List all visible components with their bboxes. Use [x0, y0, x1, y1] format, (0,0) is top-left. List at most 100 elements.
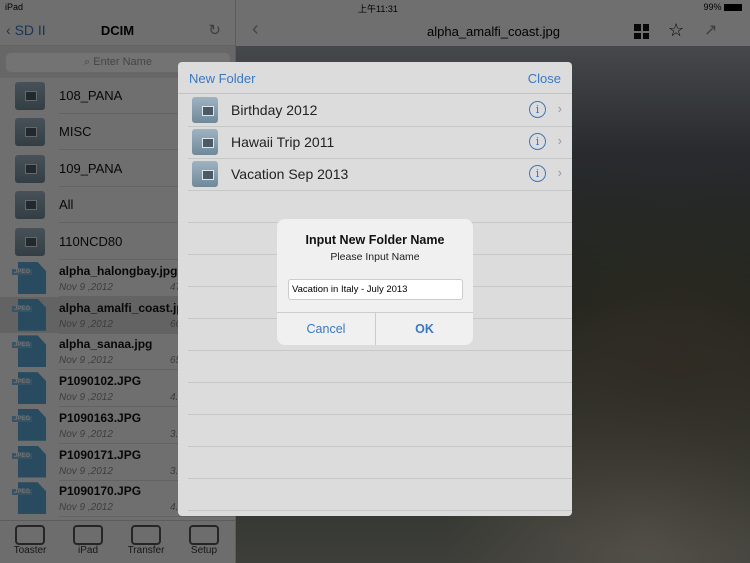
popover-folder-name: Vacation Sep 2013 — [231, 166, 349, 182]
battery-icon — [724, 4, 742, 12]
file-name: P1090170.JPG — [59, 484, 142, 499]
jpeg-badge: JPEG — [12, 305, 33, 312]
file-date: Nov 9 ,2012 — [59, 282, 113, 293]
back-label: SD II — [14, 22, 46, 38]
jpeg-badge: JPEG — [12, 452, 33, 459]
battery-percent: 99% — [703, 2, 722, 12]
popover-folder-name: Birthday 2012 — [231, 102, 318, 118]
new-folder-alert: Input New Folder Name Please Input Name … — [277, 219, 473, 345]
toolbar-transfer-button[interactable]: Transfer — [124, 525, 168, 556]
ok-button[interactable]: OK — [376, 313, 473, 345]
cancel-button[interactable]: Cancel — [277, 313, 375, 345]
ipad-icon — [73, 525, 103, 545]
toolbar-label: iPad — [77, 545, 98, 556]
image-title: alpha_amalfi_coast.jpg — [427, 24, 560, 39]
divider — [188, 446, 572, 447]
jpeg-file-icon — [18, 298, 46, 331]
divider — [188, 414, 572, 415]
alert-title: Input New Folder Name — [305, 233, 445, 247]
share-icon[interactable]: ↗ — [704, 20, 717, 40]
jpeg-file-icon — [18, 372, 46, 405]
refresh-icon[interactable]: ↻ — [208, 21, 221, 39]
divider — [188, 126, 572, 127]
grid-icon[interactable] — [634, 24, 649, 39]
folder-title: DCIM — [100, 23, 135, 38]
divider — [188, 478, 572, 479]
new-folder-button[interactable]: New Folder — [189, 71, 255, 86]
jpeg-file-icon — [18, 262, 46, 294]
jpeg-file-icon — [18, 445, 46, 478]
toolbar-ipad-button[interactable]: iPad — [66, 525, 110, 556]
folder-name: All — [59, 197, 74, 213]
popover-header: New Folder Close — [178, 62, 572, 94]
jpeg-badge: JPEG — [12, 269, 33, 275]
star-icon[interactable]: ☆ — [668, 20, 684, 41]
toolbar-label: Transfer — [127, 545, 165, 556]
folder-name: MISC — [59, 124, 92, 140]
file-name: P1090171.JPG — [59, 447, 142, 462]
chevron-left-icon: ‹ — [6, 22, 11, 38]
folder-icon — [192, 129, 218, 155]
left-nav-bar: ‹ SD II DCIM ↻ — [0, 14, 235, 46]
folder-icon — [15, 154, 45, 183]
popover-folder-row[interactable]: Hawaii Trip 2011 i › — [178, 126, 572, 158]
viewer-nav-bar: ‹ alpha_amalfi_coast.jpg ☆ ↗ — [236, 14, 750, 46]
divider — [188, 510, 572, 511]
chevron-right-icon: › — [557, 133, 562, 148]
folder-icon — [15, 227, 45, 256]
toolbar-label: Toaster — [13, 545, 47, 556]
divider — [59, 516, 235, 518]
search-icon: ⌕ — [84, 56, 91, 68]
jpeg-badge: JPEG — [12, 342, 33, 349]
folder-icon — [15, 191, 45, 220]
info-icon[interactable]: i — [529, 165, 546, 182]
divider — [188, 350, 572, 351]
jpeg-file-icon — [18, 335, 46, 368]
file-date: Nov 9 ,2012 — [59, 355, 113, 367]
file-date: Nov 9 ,2012 — [59, 318, 113, 330]
popover-folder-name: Hawaii Trip 2011 — [231, 134, 335, 150]
folder-icon — [15, 82, 45, 110]
folder-name: 109_PANA — [59, 160, 123, 176]
chevron-right-icon: › — [557, 165, 562, 180]
close-button[interactable]: Close — [528, 71, 561, 86]
folder-icon — [192, 161, 218, 187]
jpeg-file-icon — [18, 482, 46, 515]
folder-name: 110NCD80 — [59, 233, 123, 249]
chevron-right-icon: › — [557, 101, 562, 116]
jpeg-badge: JPEG — [12, 489, 33, 496]
folder-name: 108_PANA — [59, 88, 123, 103]
back-chevron-icon[interactable]: ‹ — [252, 18, 259, 41]
popover-folder-row[interactable]: Birthday 2012 i › — [178, 94, 572, 126]
popover-folder-row[interactable]: Vacation Sep 2013 i › — [178, 158, 572, 190]
setup-icon — [189, 525, 219, 545]
toaster-icon — [15, 525, 45, 545]
file-name: P1090102.JPG — [59, 374, 142, 389]
bottom-toolbar: Toaster iPad Transfer Setup — [0, 520, 235, 563]
file-name: alpha_sanaa.jpg — [59, 337, 153, 352]
divider — [188, 190, 572, 191]
folder-icon — [15, 118, 45, 147]
info-icon[interactable]: i — [529, 101, 546, 118]
folder-icon — [192, 97, 218, 123]
toolbar-toaster-button[interactable]: Toaster — [8, 525, 52, 556]
file-name: P1090163.JPG — [59, 410, 142, 425]
file-name: alpha_amalfi_coast.jpg — [59, 300, 192, 315]
transfer-icon — [131, 525, 161, 545]
folder-name-input[interactable] — [288, 279, 463, 300]
toolbar-label: Setup — [190, 545, 218, 556]
divider — [188, 382, 572, 383]
toolbar-setup-button[interactable]: Setup — [182, 525, 226, 556]
file-date: Nov 9 ,2012 — [59, 465, 113, 477]
file-date: Nov 9 ,2012 — [59, 502, 113, 514]
jpeg-badge: JPEG — [12, 379, 33, 386]
file-date: Nov 9 ,2012 — [59, 428, 113, 440]
alert-message: Please Input Name — [330, 251, 420, 263]
jpeg-badge: JPEG — [12, 415, 33, 422]
file-name: alpha_halongbay.jpg — [59, 264, 178, 278]
back-button[interactable]: ‹ SD II — [6, 22, 46, 38]
info-icon[interactable]: i — [529, 133, 546, 150]
search-placeholder: Enter Name — [93, 56, 152, 68]
file-date: Nov 9 ,2012 — [59, 392, 113, 404]
divider — [188, 158, 572, 159]
